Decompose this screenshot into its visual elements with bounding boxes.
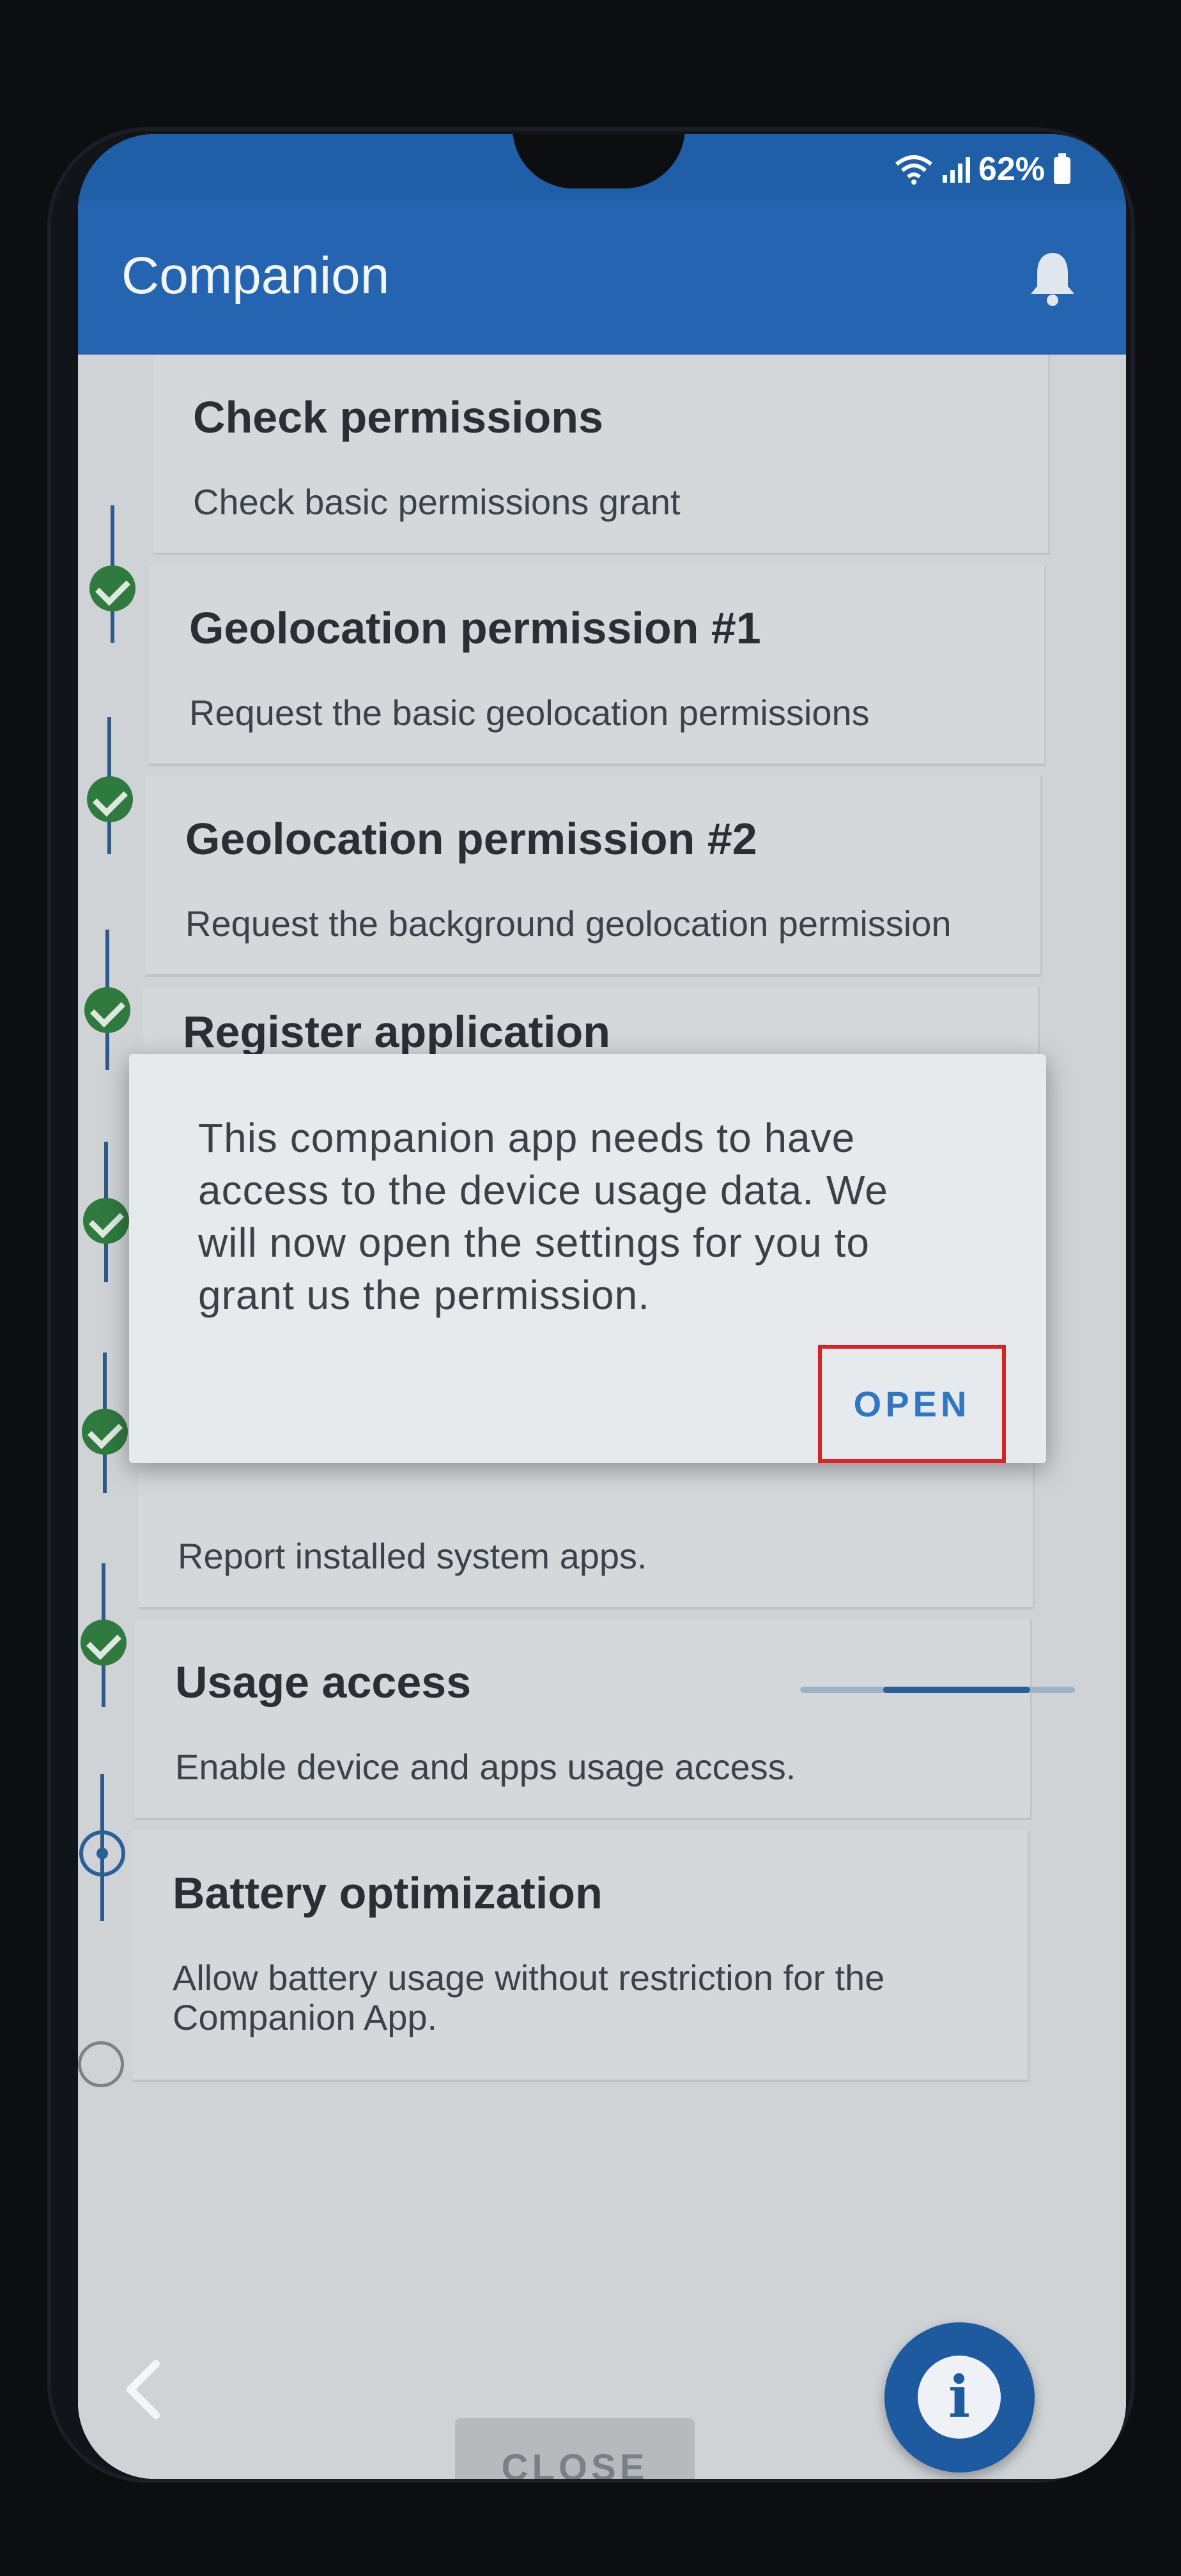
step-card-geolocation-2[interactable]: Geolocation permission #2 Request the ba… bbox=[146, 776, 1042, 977]
step-complete-icon bbox=[82, 1409, 128, 1455]
back-chevron-icon[interactable] bbox=[118, 2358, 169, 2421]
step-card-usage-access[interactable]: Usage access Enable device and apps usag… bbox=[135, 1620, 1075, 1820]
wifi-icon bbox=[895, 155, 932, 185]
step-subtitle: Request the background geolocation permi… bbox=[185, 903, 952, 944]
close-button[interactable]: CLOSE bbox=[455, 2418, 695, 2479]
info-button[interactable]: i bbox=[884, 2322, 1035, 2472]
step-complete-icon bbox=[83, 1198, 129, 1244]
dialog-message: This companion app needs to have access … bbox=[198, 1115, 888, 1318]
battery-percentage: 62% bbox=[978, 151, 1045, 188]
usage-access-dialog: This companion app needs to have access … bbox=[129, 1054, 1046, 1463]
status-bar: 62% bbox=[78, 134, 1126, 201]
back-arrow-shape bbox=[127, 2360, 160, 2419]
step-pending-icon bbox=[78, 2041, 124, 2087]
progress-indicator bbox=[883, 1687, 1030, 1693]
step-title: Geolocation permission #2 bbox=[185, 814, 757, 864]
step-title: Check permissions bbox=[193, 392, 603, 442]
step-card-geolocation-1[interactable]: Geolocation permission #1 Request the ba… bbox=[150, 565, 1046, 766]
screen: 62% Companion Check permissions Check ba… bbox=[78, 134, 1126, 2479]
status-indicators: 62% bbox=[894, 150, 1072, 188]
open-settings-button[interactable]: OPEN bbox=[818, 1345, 1006, 1463]
step-complete-icon bbox=[81, 1620, 127, 1666]
step-subtitle: Allow battery usage without restriction … bbox=[173, 1958, 885, 2037]
camera-notch bbox=[513, 134, 685, 188]
battery-icon bbox=[1054, 153, 1070, 184]
step-title: Usage access bbox=[175, 1657, 472, 1707]
step-current-icon bbox=[79, 1830, 125, 1876]
app-bar: Companion bbox=[78, 201, 1126, 355]
step-subtitle: Request the basic geolocation permission… bbox=[189, 693, 870, 733]
signal-icon bbox=[942, 157, 970, 183]
step-complete-icon bbox=[84, 987, 130, 1033]
step-card-check-permissions[interactable]: Check permissions Check basic permission… bbox=[153, 355, 1050, 555]
app-title: Companion bbox=[121, 247, 390, 305]
step-title: Battery optimization bbox=[173, 1868, 603, 1918]
step-complete-icon bbox=[89, 565, 135, 611]
step-subtitle: Check basic permissions grant bbox=[193, 482, 681, 522]
step-title: Register application bbox=[183, 1007, 611, 1057]
step-subtitle: Enable device and apps usage access. bbox=[175, 1747, 796, 1787]
info-icon: i bbox=[918, 2356, 1001, 2439]
step-title: Geolocation permission #1 bbox=[189, 603, 761, 653]
notification-bell-icon[interactable] bbox=[1027, 249, 1078, 307]
step-subtitle: Report installed system apps. bbox=[178, 1536, 647, 1576]
step-card-battery-optimization[interactable]: Battery optimization Allow battery usage… bbox=[133, 1830, 1030, 2082]
step-complete-icon bbox=[87, 776, 133, 822]
